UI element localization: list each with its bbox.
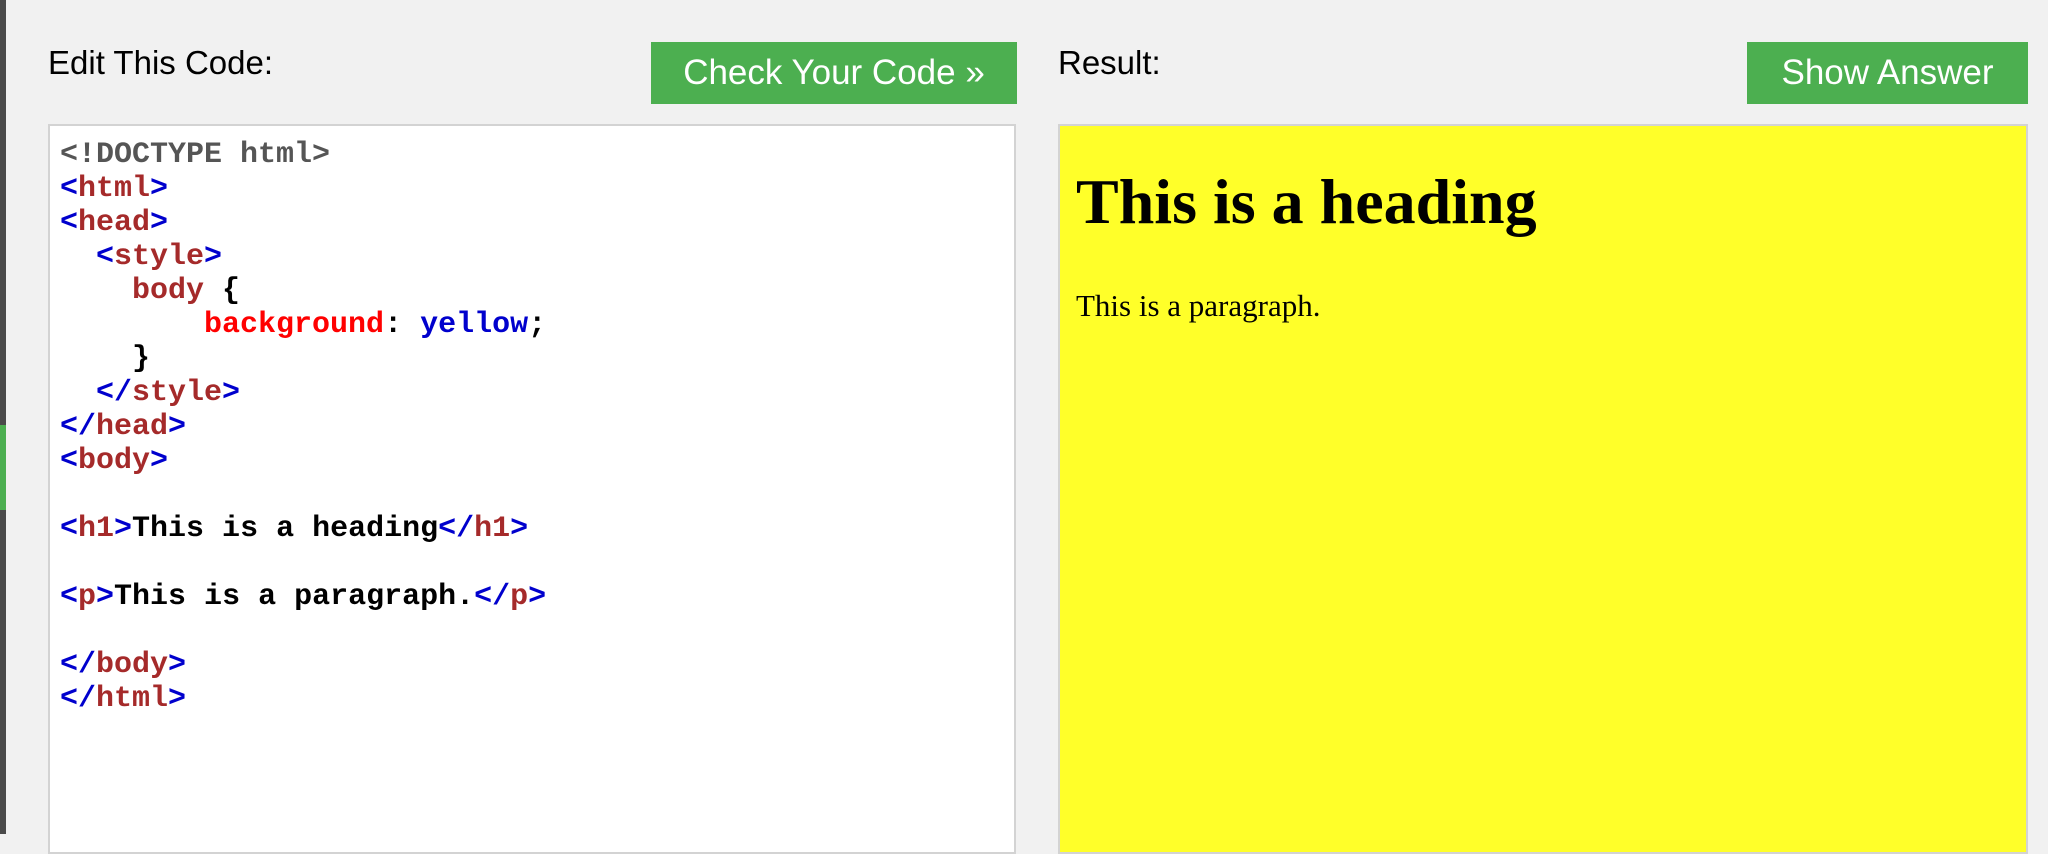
code-bracket: >	[222, 376, 241, 410]
code-tag-name: head	[96, 410, 169, 444]
code-tag-name: h1	[474, 512, 511, 546]
code-bracket: >	[168, 682, 187, 716]
code-bracket: <	[60, 206, 79, 240]
check-your-code-button[interactable]: Check Your Code »	[651, 42, 1017, 104]
code-line: </body>	[60, 648, 546, 682]
code-tag-name: style	[132, 376, 223, 410]
code-tag-name: body	[132, 274, 205, 308]
code-tag-name: body	[78, 444, 151, 478]
code-text: This is a paragraph.	[114, 580, 475, 614]
result-heading: This is a heading	[1076, 166, 1537, 237]
code-bracket: >	[168, 648, 187, 682]
code-line: <p>This is a paragraph.</p>	[60, 580, 546, 614]
code-bracket: </	[96, 376, 133, 410]
code-text: }	[60, 342, 151, 376]
code-bracket: <	[60, 172, 79, 206]
code-text: {	[204, 274, 241, 308]
code-line: }	[60, 342, 546, 376]
code-tag-name: style	[114, 240, 205, 274]
code-bracket: <	[60, 580, 79, 614]
result-paragraph: This is a paragraph.	[1076, 288, 1321, 323]
code-bracket: >	[204, 240, 223, 274]
code-bracket: <	[96, 240, 115, 274]
code-line: </head>	[60, 410, 546, 444]
result-frame: This is a heading This is a paragraph.	[1058, 124, 2028, 854]
code-bracket: </	[438, 512, 475, 546]
code-line: <html>	[60, 172, 546, 206]
code-bracket: </	[474, 580, 511, 614]
window-left-edge-accent	[0, 425, 6, 510]
code-bracket: >	[150, 444, 169, 478]
code-line: <head>	[60, 206, 546, 240]
code-line: <!DOCTYPE html>	[60, 138, 546, 172]
code-line: <body>	[60, 444, 546, 478]
code-tag-name: p	[78, 580, 97, 614]
result-panel-title: Result:	[1058, 44, 1161, 81]
code-bracket: >	[528, 580, 547, 614]
code-editor-text[interactable]: <!DOCTYPE html> <html> <head> <style> body…	[60, 138, 546, 716]
code-bracket: <	[60, 512, 79, 546]
code-tag-name: head	[78, 206, 151, 240]
code-text: This is a heading	[132, 512, 439, 546]
code-line: body {	[60, 274, 546, 308]
code-bracket: <	[60, 444, 79, 478]
code-bracket: >	[96, 580, 115, 614]
code-bracket: </	[60, 410, 97, 444]
code-css-property: background	[204, 308, 385, 342]
code-bracket: >	[168, 410, 187, 444]
code-line: <style>	[60, 240, 546, 274]
window-left-edge	[0, 0, 6, 834]
code-tag-name: body	[96, 648, 169, 682]
editor-panel-title: Edit This Code:	[48, 44, 274, 81]
code-bracket: >	[150, 172, 169, 206]
code-line: </style>	[60, 376, 546, 410]
code-line: <h1>This is a heading</h1>	[60, 512, 546, 546]
code-tag-name: html	[96, 682, 169, 716]
code-bracket: >	[510, 512, 529, 546]
code-doctype: <!DOCTYPE html>	[60, 138, 331, 172]
code-text: ;	[528, 308, 547, 342]
code-line: background: yellow;	[60, 308, 546, 342]
code-tag-name: p	[510, 580, 529, 614]
code-bracket: </	[60, 682, 97, 716]
code-tag-name: html	[78, 172, 151, 206]
code-editor[interactable]: <!DOCTYPE html> <html> <head> <style> body…	[48, 124, 1016, 854]
code-css-value: yellow	[420, 308, 529, 342]
code-bracket: >	[150, 206, 169, 240]
show-answer-button[interactable]: Show Answer	[1747, 42, 2028, 104]
code-text: :	[384, 308, 421, 342]
code-line: </html>	[60, 682, 546, 716]
code-bracket: </	[60, 648, 97, 682]
code-bracket: >	[114, 512, 133, 546]
code-tag-name: h1	[78, 512, 115, 546]
